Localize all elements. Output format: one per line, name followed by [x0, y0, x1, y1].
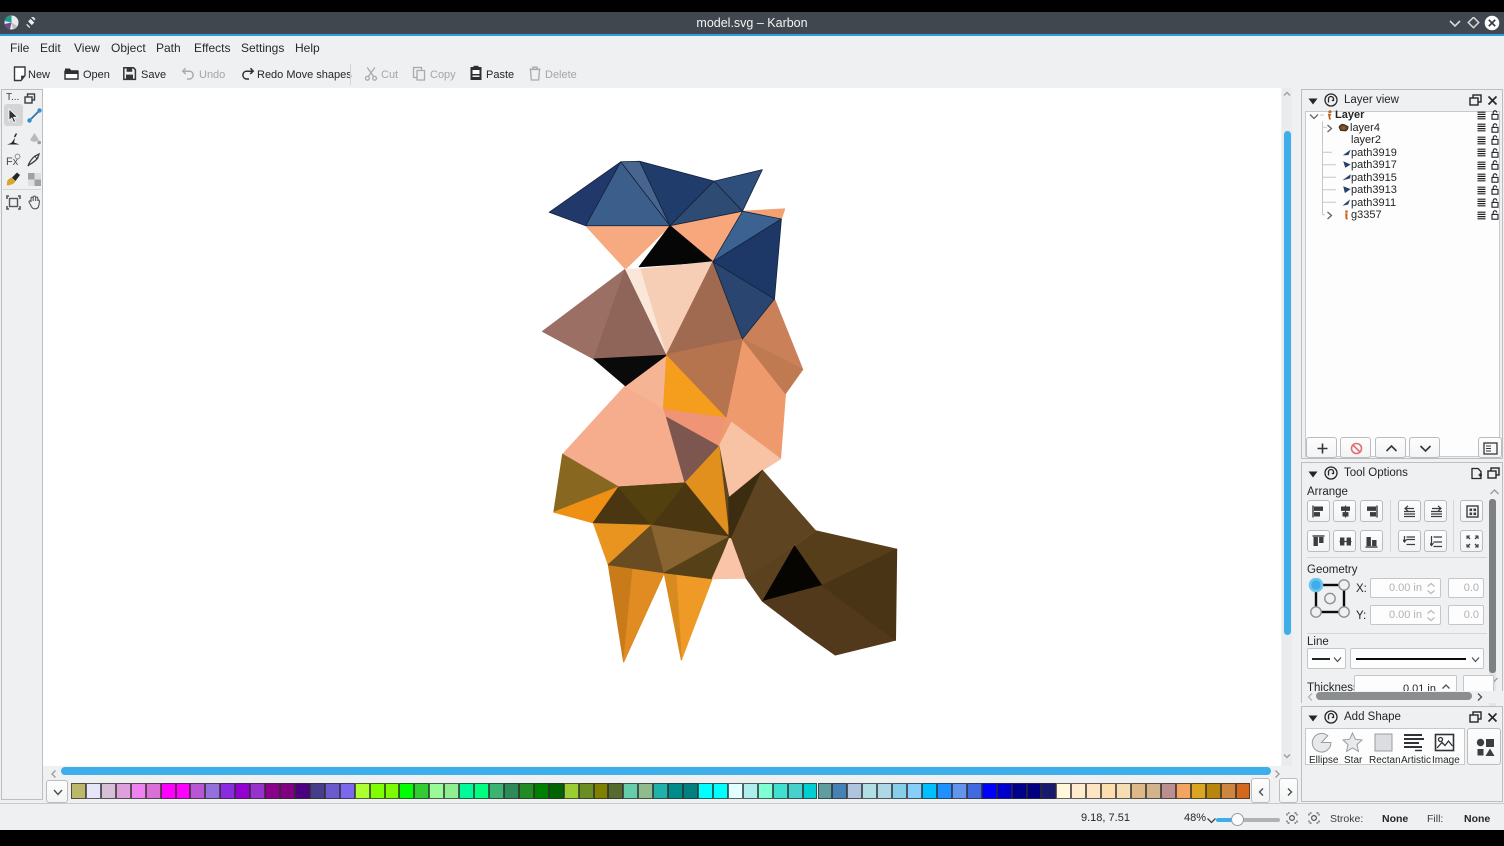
svg-text:Fx: Fx: [6, 156, 19, 168]
